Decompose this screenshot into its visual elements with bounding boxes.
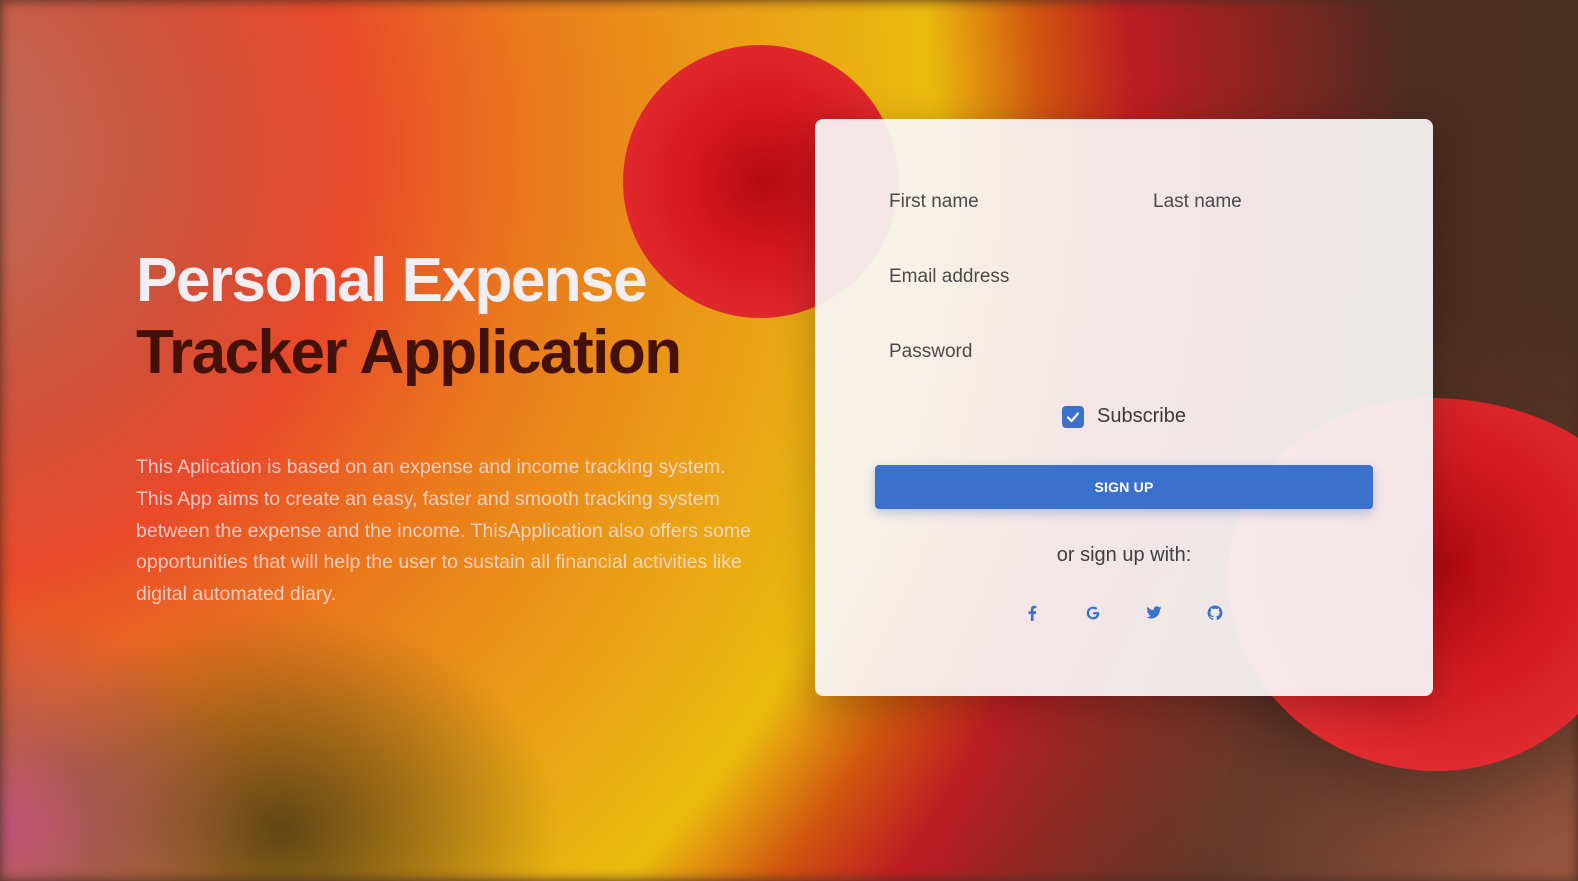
google-icon[interactable] [1081,601,1105,625]
hero-title-line1: Personal Expense [136,246,648,315]
twitter-icon[interactable] [1142,601,1166,625]
subscribe-checkbox[interactable] [1062,405,1084,428]
email-input[interactable]: Email address [889,266,1009,288]
signup-button[interactable]: SIGN UP [875,465,1373,509]
or-signup-with-text: or sign up with: [1056,544,1192,566]
signup-page: Personal Expense Tracker Application Thi… [0,0,1578,881]
facebook-icon[interactable] [1020,601,1044,625]
first-name-input[interactable]: First name [889,191,979,213]
hero-description: This Aplication is based on an expense a… [136,456,751,606]
github-icon[interactable] [1203,601,1227,625]
subscribe-option[interactable]: Subscribe [1062,405,1186,428]
hero-title-line2: Tracker Application [136,318,682,387]
last-name-input[interactable]: Last name [1153,191,1242,213]
checkmark-icon [1066,411,1080,422]
password-input[interactable]: Password [889,341,972,363]
hero-section: Personal Expense Tracker Application Thi… [136,245,776,611]
subscribe-label: Subscribe [1097,405,1186,427]
signup-form-card: First name Last name Email address Passw… [815,119,1433,696]
hero-title: Personal Expense Tracker Application [136,245,776,389]
